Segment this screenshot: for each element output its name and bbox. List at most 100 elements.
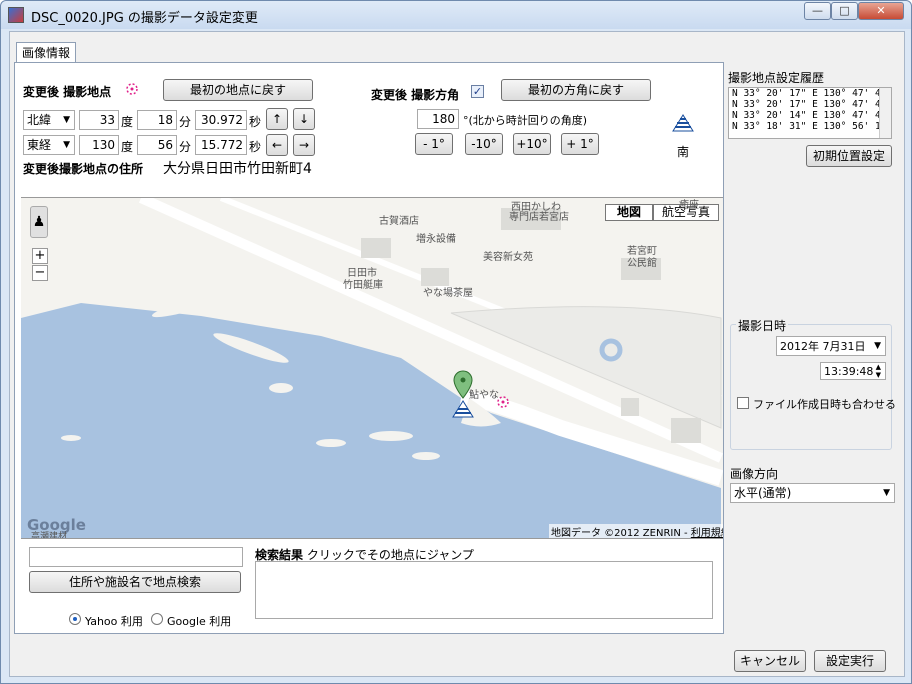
dialog-window: DSC_0020.JPG の撮影データ設定変更 — □ ✕ 画像情報 変更後 撮… [0, 0, 912, 684]
map-label-nishida-2: 専門店若宮店 [509, 212, 569, 223]
orientation-select[interactable]: 水平(通常) ▼ [730, 483, 895, 503]
location-header: 変更後 撮影地点 [23, 85, 112, 99]
map-label-kenzai: 高瀬建材 [31, 532, 68, 539]
date-value: 2012年 7月31日 [780, 340, 866, 353]
orientation-title: 画像方向 [730, 467, 779, 481]
longitude-degree-field[interactable]: 130 [79, 135, 119, 155]
second-unit: 秒 [249, 115, 262, 129]
map-view[interactable]: ♟ + − 地図 航空写真 西田かしわ 専門店若宮店 癒座 古賀酒店 増永設備 … [21, 197, 723, 539]
orientation-value: 水平(通常) [734, 486, 792, 500]
reset-direction-button[interactable]: 最初の方角に戻す [501, 79, 651, 101]
minute-unit: 分 [179, 140, 192, 154]
direction-value-field[interactable]: 180 [417, 109, 459, 129]
app-icon [8, 7, 24, 23]
move-up-button[interactable]: ↑ [266, 108, 288, 130]
results-hint: クリックでその地点にジャンプ [306, 548, 474, 562]
file-sync-checkbox[interactable] [737, 397, 749, 409]
apply-button[interactable]: 設定実行 [814, 650, 886, 672]
address-value: 大分県日田市竹田新町4 [163, 161, 312, 177]
zoom-out-button[interactable]: − [32, 265, 48, 281]
direction-checkbox[interactable]: ✓ [471, 85, 484, 98]
tab-image-info[interactable]: 画像情報 [16, 42, 76, 63]
google-label: Google 利用 [167, 615, 232, 628]
search-results-list[interactable] [255, 561, 713, 619]
direction-minus-10-button[interactable]: -10° [465, 133, 503, 155]
map-label-top: 癒座 [679, 200, 699, 211]
chevron-down-icon: ▼ [883, 488, 890, 498]
search-input[interactable] [29, 547, 243, 567]
window-title: DSC_0020.JPG の撮影データ設定変更 [31, 11, 258, 26]
datetime-title: 撮影日時 [736, 317, 789, 334]
time-picker[interactable]: 13:39:48 ▲ ▼ [820, 362, 886, 380]
cancel-button[interactable]: キャンセル [734, 650, 806, 672]
tab-page: 変更後 撮影地点 最初の地点に戻す 北緯 ▼ 33 度 18 分 30.972 秒… [14, 62, 724, 634]
google-radio[interactable] [151, 613, 163, 625]
history-scrollbar[interactable] [879, 88, 891, 138]
spinner-icon[interactable]: ▲ ▼ [876, 363, 881, 379]
history-item[interactable]: N 33° 20' 14" E 130° 47' 4 [729, 110, 891, 121]
results-label: 検索結果 [255, 548, 304, 562]
degree-unit: 度 [121, 140, 134, 154]
map-label-yanaba: やな場茶屋 [423, 288, 473, 299]
history-item[interactable]: N 33° 18' 31" E 130° 56' 1 [729, 121, 891, 132]
target-marker-icon [495, 394, 511, 410]
reset-location-button[interactable]: 最初の地点に戻す [163, 79, 313, 101]
map-mode-button[interactable]: 地図 [605, 204, 653, 221]
file-sync-label: ファイル作成日時も合わせる [753, 398, 896, 411]
minimize-button[interactable]: — [804, 2, 831, 20]
chevron-down-icon: ▼ [63, 115, 70, 125]
chevron-down-icon: ▼ [874, 341, 881, 351]
direction-plus-10-button[interactable]: +10° [513, 133, 551, 155]
map-marker-icon[interactable] [453, 370, 473, 400]
map-label-zouei: 増永設備 [416, 234, 456, 245]
longitude-second-field[interactable]: 15.772 [195, 135, 247, 155]
move-right-button[interactable]: → [293, 134, 315, 156]
yahoo-label: Yahoo 利用 [85, 615, 143, 628]
history-item[interactable]: N 33° 20' 17" E 130° 47' 4 [729, 88, 891, 99]
latitude-second-field[interactable]: 30.972 [195, 110, 247, 130]
latitude-degree-field[interactable]: 33 [79, 110, 119, 130]
address-label: 変更後撮影地点の住所 [23, 162, 144, 176]
latitude-direction-select[interactable]: 北緯 ▼ [23, 110, 75, 130]
direction-plus-1-button[interactable]: + 1° [561, 133, 599, 155]
second-unit: 秒 [249, 140, 262, 154]
location-search-button[interactable]: 住所や施設名で地点検索 [29, 571, 241, 593]
attribution-text: 地図データ ©2012 ZENRIN - [551, 528, 691, 539]
map-label-koenkan: 公民館 [627, 258, 657, 269]
history-list[interactable]: N 33° 20' 17" E 130° 47' 4 N 33° 20' 17"… [728, 87, 892, 139]
chevron-down-icon: ▼ [63, 140, 70, 150]
direction-marker-icon [451, 400, 475, 418]
latitude-direction-value: 北緯 [27, 113, 52, 127]
move-down-button[interactable]: ↓ [293, 108, 315, 130]
history-title: 撮影地点設定履歴 [728, 71, 825, 85]
client-area: 画像情報 変更後 撮影地点 最初の地点に戻す 北緯 ▼ 33 度 18 分 30.… [9, 31, 905, 677]
title-bar[interactable]: DSC_0020.JPG の撮影データ設定変更 — □ ✕ [1, 1, 911, 29]
map-label-biyou: 美容新女苑 [483, 252, 533, 263]
initial-position-button[interactable]: 初期位置設定 [806, 145, 892, 167]
compass-label: 南 [677, 145, 690, 159]
degree-unit: 度 [121, 115, 134, 129]
longitude-direction-value: 東経 [27, 138, 52, 152]
map-label-takeda: 竹田艇庫 [343, 280, 383, 291]
map-attribution: 地図データ ©2012 ZENRIN - 利用規約 [549, 524, 723, 539]
longitude-direction-select[interactable]: 東経 ▼ [23, 135, 75, 155]
minute-unit: 分 [179, 115, 192, 129]
compass-icon [671, 113, 695, 133]
direction-header: 変更後 撮影方角 [371, 88, 460, 102]
zoom-in-button[interactable]: + [32, 248, 48, 264]
pegman-icon[interactable]: ♟ [30, 206, 48, 238]
direction-hint: °(北から時計回りの角度) [463, 114, 588, 127]
history-item[interactable]: N 33° 20' 17" E 130° 47' 4 [729, 99, 891, 110]
latitude-minute-field[interactable]: 18 [137, 110, 177, 130]
close-button[interactable]: ✕ [858, 2, 904, 20]
longitude-minute-field[interactable]: 56 [137, 135, 177, 155]
move-left-button[interactable]: ← [266, 134, 288, 156]
time-value: 13:39:48 [824, 365, 874, 378]
target-icon[interactable] [123, 80, 141, 98]
maximize-button[interactable]: □ [831, 2, 858, 20]
terms-link[interactable]: 利用規約 [691, 528, 723, 538]
date-picker[interactable]: 2012年 7月31日 ▼ [776, 336, 886, 356]
direction-minus-1-button[interactable]: - 1° [415, 133, 453, 155]
map-label-sake: 古賀酒店 [379, 216, 419, 227]
yahoo-radio[interactable] [69, 613, 81, 625]
